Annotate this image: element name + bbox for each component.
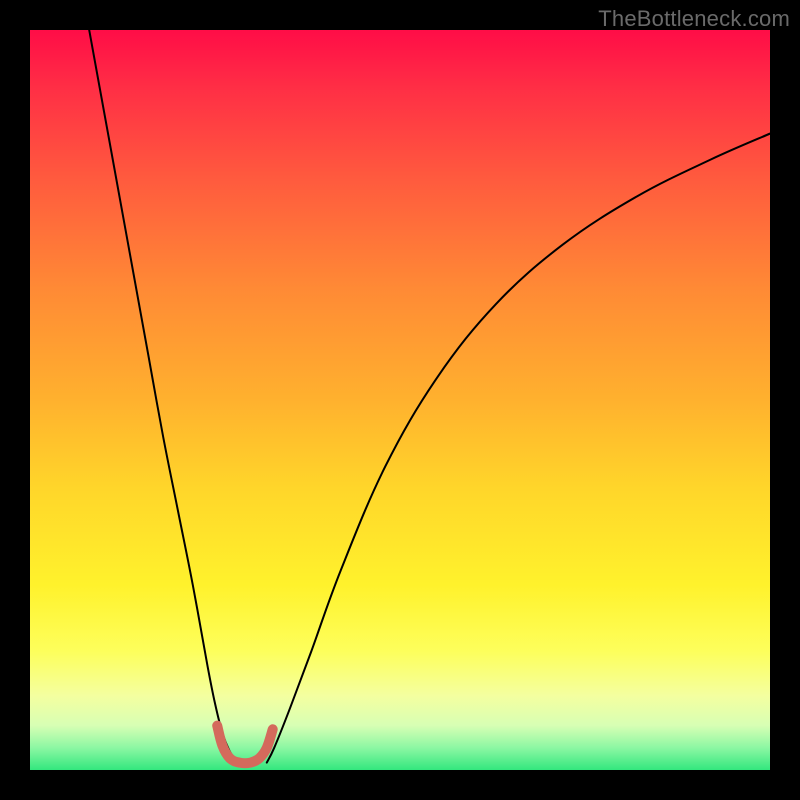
plot-area <box>30 30 770 770</box>
series-right-branch <box>267 134 770 763</box>
chart-svg <box>30 30 770 770</box>
series-left-branch <box>89 30 237 763</box>
watermark-text: TheBottleneck.com <box>598 6 790 32</box>
series-valley-marker <box>217 726 273 764</box>
